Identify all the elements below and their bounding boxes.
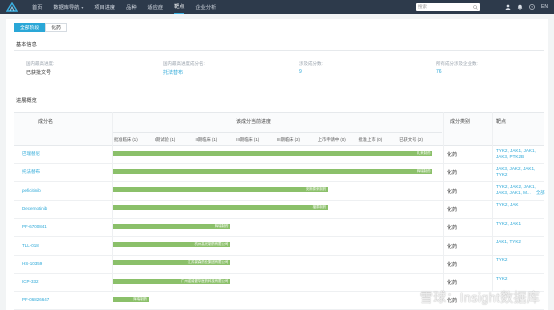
progress-bar-company: 辉瑞制药 <box>416 168 431 173</box>
nav-right-tools: ? EN <box>505 0 548 14</box>
progress-bar[interactable]: 福泰制药 <box>113 205 329 211</box>
component-name-link[interactable]: 托法替布 <box>22 169 40 175</box>
target-links[interactable]: TYK2, JAK1 <box>496 221 546 227</box>
tab-chemical-drug[interactable]: 化药 <box>45 23 67 32</box>
search-placeholder: 搜索 <box>418 4 427 9</box>
component-name-link[interactable]: ICP-332 <box>22 279 39 284</box>
target-links[interactable]: TYK2, JAK1, JAK1, JAK3, PTK2B <box>496 148 546 160</box>
basic-info-title: 基本信息 <box>16 42 37 48</box>
component-type: 化药 <box>447 170 458 177</box>
component-name-link[interactable]: TLL-018 <box>22 243 39 248</box>
component-count-label: 涉及成分数: <box>299 61 323 66</box>
nav-item-5[interactable]: 靶点 <box>174 0 185 14</box>
divider <box>14 50 544 51</box>
progress-bar-company: 礼来制药 <box>416 150 431 155</box>
search-input[interactable]: 搜索 <box>416 3 480 11</box>
nav-item-label: 首页 <box>32 4 43 11</box>
user-icon[interactable] <box>505 4 511 10</box>
nav-item-label: 靶点 <box>174 4 185 10</box>
component-count-link[interactable]: 9 <box>299 69 302 75</box>
progress-bar[interactable]: 安斯泰来制药 <box>113 187 329 193</box>
phase-label: I期试验 (1) <box>154 137 176 142</box>
chevron-down-icon: ▾ <box>81 4 84 10</box>
component-type: 化药 <box>447 280 458 287</box>
nav-item-0[interactable]: 首页 <box>32 4 42 11</box>
table-row <box>14 219 544 238</box>
top-component-link[interactable]: 托法替布 <box>163 69 183 76</box>
progress-bar[interactable]: 杭州高光制药有限公司 <box>113 242 231 247</box>
col-header-progress: 该成分当前进度 <box>236 119 272 125</box>
nav-item-2[interactable]: 项目进度 <box>94 4 115 11</box>
nav-item-label: 数据库导航 <box>53 4 80 11</box>
highest-stage-label: 国内最高进度: <box>26 61 55 66</box>
help-icon[interactable]: ? <box>529 4 535 10</box>
nav-item-1[interactable]: 数据库导航 ▾ <box>53 4 83 11</box>
bell-icon[interactable] <box>517 4 523 10</box>
progress-bar[interactable]: 广州诺诚健华医药科技有限公司 <box>113 278 231 284</box>
phase-filter-tabs: 全部阶段 化药 <box>14 23 67 32</box>
watermark: 雪球：Insight数据库 <box>419 290 540 305</box>
component-name-link[interactable]: Decernotinib <box>22 206 47 211</box>
company-count-link[interactable]: 76 <box>436 69 442 75</box>
progress-bar-company: 江苏豪森药业集团有限公司 <box>187 260 229 265</box>
component-type: 化药 <box>447 188 458 195</box>
component-type: 化药 <box>447 225 458 232</box>
component-type: 化药 <box>447 152 458 158</box>
nav-item-3[interactable]: 品种 <box>126 4 136 11</box>
phase-label: II期临床 (1) <box>195 137 218 142</box>
progress-bar[interactable]: 辉瑞制药 <box>113 296 149 302</box>
component-name-link[interactable]: peficitinib <box>22 188 41 193</box>
progress-bar-company: 辉瑞制药 <box>214 223 229 228</box>
target-links[interactable]: JAK3, JAK2, JAK1, TYK2 <box>496 166 546 178</box>
language-toggle[interactable]: EN <box>541 4 548 10</box>
component-type: 化药 <box>447 261 458 268</box>
progress-bar[interactable]: 江苏豪森药业集团有限公司 <box>113 260 231 266</box>
search-icon[interactable] <box>473 4 478 10</box>
logo-icon[interactable] <box>6 2 18 12</box>
progress-bar[interactable]: 礼来制药 <box>113 150 433 156</box>
component-type: 化药 <box>447 206 458 213</box>
highest-stage-value: 已获批文号 <box>26 70 52 76</box>
phase-label: 上市申请中 (0) <box>317 137 346 142</box>
progress-overview-title: 进展概览 <box>16 98 37 104</box>
progress-bar[interactable]: 辉瑞制药 <box>113 168 433 174</box>
nav-item-label: 适应症 <box>147 4 164 11</box>
progress-bar-company: 福泰制药 <box>312 205 327 210</box>
target-links[interactable]: TYK2 <box>496 276 546 282</box>
nav-item-label: 品种 <box>126 4 137 11</box>
phase-label: III期临床 (2) <box>277 137 300 142</box>
target-links[interactable]: TYK2, JAK <box>496 202 546 208</box>
component-name-link[interactable]: PF-6700841 <box>22 224 47 229</box>
progress-bar-company: 广州诺诚健华医药科技有限公司 <box>180 278 229 283</box>
phase-label: 批准临床 (1) <box>114 137 138 142</box>
col-header-type: 成分类别 <box>450 119 471 125</box>
progress-bar-company: 安斯泰来制药 <box>305 187 327 192</box>
component-name-link[interactable]: 巴瑞替尼 <box>22 151 40 157</box>
nav-item-6[interactable]: 企业分析 <box>195 4 216 11</box>
nav-item-label: 项目进度 <box>94 4 116 11</box>
company-count-label: 所有成分涉及企业数: <box>436 61 478 66</box>
component-name-link[interactable]: HS-10359 <box>22 261 42 266</box>
progress-bar[interactable]: 辉瑞制药 <box>113 223 231 229</box>
target-links[interactable]: JAK1, TYK2 <box>496 239 546 245</box>
svg-text:?: ? <box>531 5 533 9</box>
nav-item-4[interactable]: 适应症 <box>148 4 164 11</box>
table-row <box>14 238 544 256</box>
top-component-label: 国内最高进度成分名: <box>163 61 205 66</box>
component-name-link[interactable]: PF-06826647 <box>22 297 49 302</box>
phase-label: III期临床 (1) <box>236 137 260 142</box>
phase-label: 批准上市 (0) <box>358 137 383 142</box>
col-header-target: 靶点 <box>496 119 507 125</box>
progress-bar-company: 辉瑞制药 <box>133 296 147 301</box>
progress-bar-company: 杭州高光制药有限公司 <box>194 242 229 246</box>
component-type: 化药 <box>447 243 458 250</box>
table-row <box>14 256 544 274</box>
expand-all-link[interactable]: 全部 <box>536 190 545 196</box>
tab-all-phases[interactable]: 全部阶段 <box>14 23 46 32</box>
target-links[interactable]: TYK2 <box>496 257 546 263</box>
nav-item-label: 企业分析 <box>195 4 217 11</box>
phase-label: 已获文号 (2) <box>399 137 423 142</box>
col-header-component: 成分名 <box>38 119 54 125</box>
